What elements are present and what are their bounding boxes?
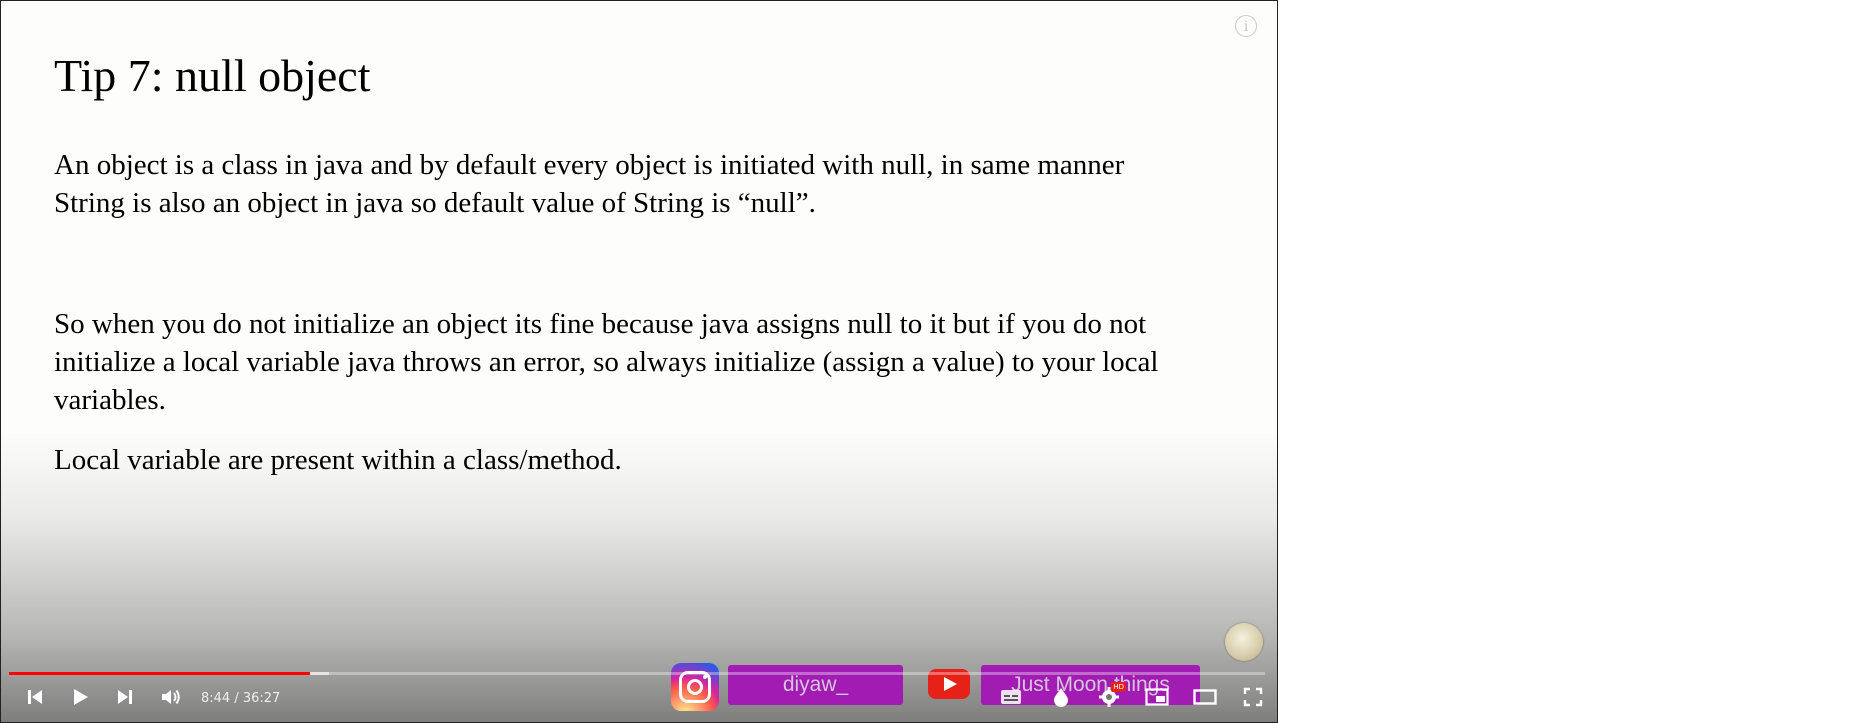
play-icon xyxy=(70,687,90,712)
time-display: 8:44 / 36:27 xyxy=(201,691,281,706)
slide-paragraph-2: So when you do not initialize an object … xyxy=(54,308,1159,416)
hd-badge: HD xyxy=(1111,681,1126,692)
theater-mode-button[interactable] xyxy=(1185,681,1225,717)
fullscreen-icon xyxy=(1243,687,1263,712)
miniplayer-icon xyxy=(1145,687,1169,711)
next-button[interactable] xyxy=(107,681,143,717)
previous-button[interactable] xyxy=(17,681,53,717)
slide-paragraph-3: Local variable are present within a clas… xyxy=(54,444,622,476)
control-bar: 8:44 / 36:27 HD xyxy=(1,681,1277,721)
ambient-mode-icon xyxy=(1052,687,1070,712)
slide-content: Tip 7: null object An object is a class … xyxy=(1,1,1277,722)
played-bar xyxy=(9,672,311,675)
settings-button[interactable]: HD xyxy=(1089,681,1129,717)
theater-mode-icon xyxy=(1193,688,1217,710)
subtitles-icon xyxy=(1000,688,1022,711)
seek-bar[interactable] xyxy=(9,672,1265,675)
channel-watermark[interactable] xyxy=(1225,623,1263,661)
video-player[interactable]: Tip 7: null object An object is a class … xyxy=(0,0,1278,723)
subtitles-button[interactable] xyxy=(991,681,1031,717)
mute-button[interactable] xyxy=(153,681,189,717)
ambient-mode-button[interactable] xyxy=(1041,681,1081,717)
slide-title: Tip 7: null object xyxy=(54,50,371,101)
play-button[interactable] xyxy=(62,681,98,717)
skip-previous-icon xyxy=(25,687,45,712)
skip-next-icon xyxy=(115,687,135,712)
slide-paragraph-1: An object is a class in java and by defa… xyxy=(54,149,1125,219)
gear-icon: HD xyxy=(1098,681,1126,713)
info-icon[interactable]: i xyxy=(1235,15,1257,37)
miniplayer-button[interactable] xyxy=(1137,681,1177,717)
volume-icon xyxy=(160,687,182,712)
fullscreen-button[interactable] xyxy=(1233,681,1273,717)
